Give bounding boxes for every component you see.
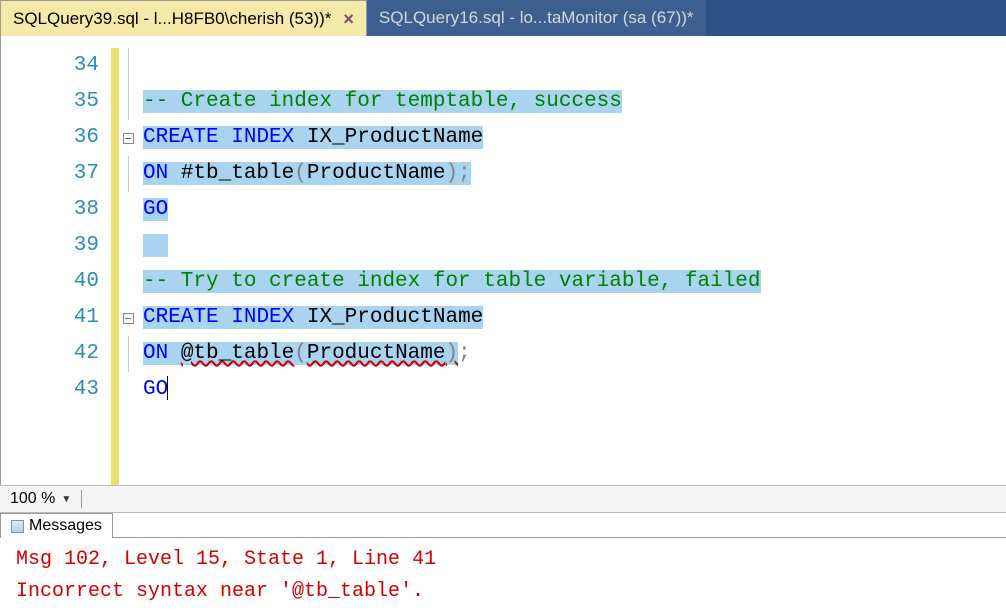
code-token: ProductName bbox=[307, 342, 446, 365]
code-token: ); bbox=[445, 162, 470, 185]
file-tab-label: SQLQuery39.sql - l...H8FB0\cherish (53))… bbox=[13, 9, 331, 29]
code-line[interactable]: ON @tb_table(ProductName); bbox=[137, 336, 1006, 372]
outline-cell bbox=[119, 264, 137, 300]
messages-tab-label: Messages bbox=[29, 517, 102, 535]
code-line[interactable]: ON #tb_table(ProductName); bbox=[137, 156, 1006, 192]
file-tab-label: SQLQuery16.sql - lo...taMonitor (sa (67)… bbox=[379, 8, 694, 28]
line-number: 41 bbox=[1, 300, 99, 336]
code-line[interactable]: GO bbox=[137, 372, 1006, 408]
zoom-dropdown[interactable]: 100 % ▼ bbox=[10, 490, 71, 508]
code-token: ) bbox=[445, 342, 458, 365]
results-tab-row: Messages bbox=[0, 513, 1006, 538]
line-number: 38 bbox=[1, 192, 99, 228]
zoom-value: 100 % bbox=[10, 490, 55, 508]
code-token: IX_ProductName bbox=[294, 126, 483, 149]
code-token: CREATE bbox=[143, 126, 219, 149]
code-line[interactable]: CREATE INDEX IX_ProductName bbox=[137, 120, 1006, 156]
line-number: 39 bbox=[1, 228, 99, 264]
code-token: ON bbox=[143, 342, 168, 365]
messages-icon bbox=[11, 520, 24, 533]
outline-cell bbox=[119, 192, 137, 228]
file-tab-active[interactable]: SQLQuery39.sql - l...H8FB0\cherish (53))… bbox=[0, 0, 367, 36]
code-token bbox=[219, 306, 232, 329]
collapse-icon[interactable]: − bbox=[123, 133, 134, 144]
code-token: GO bbox=[143, 198, 168, 221]
chevron-down-icon: ▼ bbox=[61, 494, 71, 505]
code-token: ProductName bbox=[307, 162, 446, 185]
code-editor[interactable]: 34353637383940414243 −− -- Create index … bbox=[0, 36, 1006, 485]
tab-bar: SQLQuery39.sql - l...H8FB0\cherish (53))… bbox=[0, 0, 1006, 36]
code-token: INDEX bbox=[231, 306, 294, 329]
code-token: ( bbox=[294, 342, 307, 365]
outline-cell bbox=[119, 336, 137, 372]
code-token: @tb_table bbox=[181, 342, 294, 365]
line-number: 40 bbox=[1, 264, 99, 300]
text-caret bbox=[167, 376, 168, 400]
outline-cell bbox=[119, 48, 137, 84]
line-number: 34 bbox=[1, 48, 99, 84]
outline-cell bbox=[119, 156, 137, 192]
line-number-gutter: 34353637383940414243 bbox=[1, 36, 111, 485]
code-token: ; bbox=[458, 342, 471, 365]
code-line[interactable] bbox=[137, 228, 1006, 264]
code-line[interactable]: GO bbox=[137, 192, 1006, 228]
code-token: GO bbox=[143, 378, 168, 401]
error-message-line: Incorrect syntax near '@tb_table'. bbox=[16, 576, 990, 608]
code-token: INDEX bbox=[231, 126, 294, 149]
code-line[interactable] bbox=[137, 48, 1006, 84]
code-line[interactable]: CREATE INDEX IX_ProductName bbox=[137, 300, 1006, 336]
line-number: 42 bbox=[1, 336, 99, 372]
code-line[interactable]: -- Try to create index for table variabl… bbox=[137, 264, 1006, 300]
messages-panel[interactable]: Msg 102, Level 15, State 1, Line 41 Inco… bbox=[0, 538, 1006, 614]
status-bar: 100 % ▼ bbox=[0, 485, 1006, 513]
code-token: ( bbox=[294, 162, 307, 185]
outline-cell: − bbox=[119, 300, 137, 336]
code-token bbox=[219, 126, 232, 149]
line-number: 35 bbox=[1, 84, 99, 120]
outline-cell bbox=[119, 228, 137, 264]
close-icon[interactable]: × bbox=[343, 10, 354, 28]
change-marker bbox=[111, 48, 119, 485]
line-number: 43 bbox=[1, 372, 99, 408]
code-token: IX_ProductName bbox=[294, 306, 483, 329]
code-token bbox=[143, 234, 168, 257]
code-line[interactable]: -- Create index for temptable, success bbox=[137, 84, 1006, 120]
divider bbox=[81, 490, 82, 508]
messages-tab[interactable]: Messages bbox=[0, 513, 113, 538]
code-token: -- Create index for temptable, success bbox=[143, 90, 622, 113]
line-number: 37 bbox=[1, 156, 99, 192]
outline-cell bbox=[119, 372, 137, 408]
code-content[interactable]: -- Create index for temptable, success CR… bbox=[137, 36, 1006, 485]
code-token bbox=[168, 342, 181, 365]
outline-cell: − bbox=[119, 120, 137, 156]
outline-column: −− bbox=[119, 36, 137, 485]
line-number: 36 bbox=[1, 120, 99, 156]
error-message-line: Msg 102, Level 15, State 1, Line 41 bbox=[16, 544, 990, 576]
code-token: CREATE bbox=[143, 306, 219, 329]
code-token: #tb_table bbox=[168, 162, 294, 185]
file-tab-inactive[interactable]: SQLQuery16.sql - lo...taMonitor (sa (67)… bbox=[367, 0, 706, 36]
code-token: ON bbox=[143, 162, 168, 185]
collapse-icon[interactable]: − bbox=[123, 313, 134, 324]
outline-cell bbox=[119, 84, 137, 120]
code-token: -- Try to create index for table variabl… bbox=[143, 270, 761, 293]
